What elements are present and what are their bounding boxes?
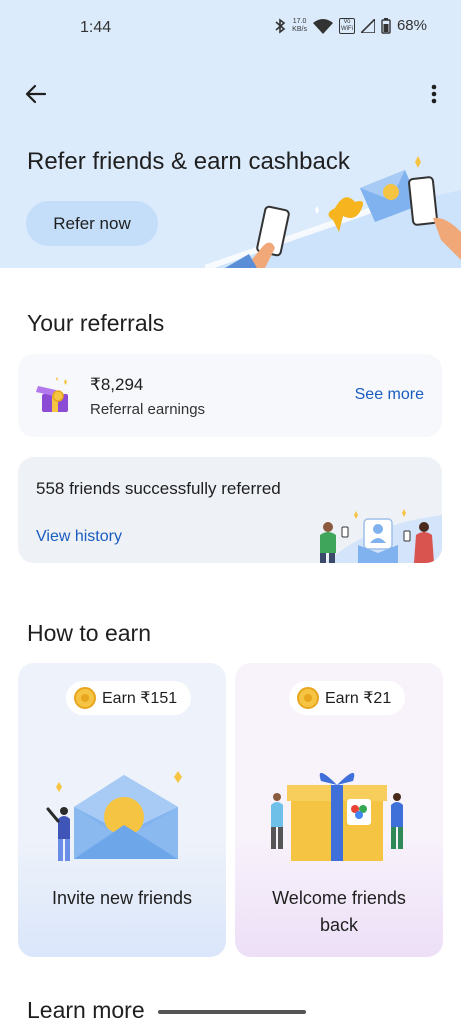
back-arrow-icon bbox=[25, 84, 47, 104]
signal-icon bbox=[360, 18, 375, 33]
status-bar: 1:44 17.0 KB/s Vo WiFi 68% bbox=[0, 0, 461, 58]
friends-referred-text: 558 friends successfully referred bbox=[36, 479, 281, 498]
more-options-button[interactable] bbox=[420, 80, 448, 108]
network-speed: 17.0 KB/s bbox=[292, 17, 307, 33]
hero-banner: 1:44 17.0 KB/s Vo WiFi 68% Refer friends… bbox=[0, 0, 461, 268]
how-to-earn-heading: How to earn bbox=[27, 620, 152, 646]
refer-now-button[interactable]: Refer now bbox=[26, 201, 158, 246]
earn-badge: Earn ₹151 bbox=[66, 681, 192, 715]
welcome-friends-back-card[interactable]: Earn ₹21 Welcome friends back bbox=[235, 663, 443, 957]
earn-badge: Earn ₹21 bbox=[289, 681, 406, 715]
friends-illustration bbox=[320, 509, 442, 563]
invite-new-friends-label: Invite new friends bbox=[51, 888, 193, 908]
coin-icon bbox=[74, 687, 96, 709]
earnings-amount: ₹8,294 bbox=[90, 375, 144, 394]
invite-new-friends-card[interactable]: Earn ₹151 Invite new friends bbox=[18, 663, 226, 957]
status-time: 1:44 bbox=[80, 19, 112, 36]
more-vert-icon bbox=[431, 84, 437, 104]
learn-more-heading: Learn more bbox=[27, 997, 145, 1023]
hero-illustration bbox=[205, 156, 461, 268]
referral-earnings-card[interactable]: ₹8,294 Referral earnings See more bbox=[18, 354, 442, 437]
wifi-icon bbox=[312, 18, 333, 34]
friends-referred-card: 558 friends successfully referred View h… bbox=[18, 457, 442, 563]
earn-badge-text: Earn ₹21 bbox=[325, 690, 392, 707]
gift-icon bbox=[36, 377, 68, 412]
envelope-illustration bbox=[46, 771, 182, 861]
home-indicator[interactable] bbox=[158, 1010, 306, 1014]
coin-icon bbox=[297, 687, 319, 709]
welcome-friends-back-label: Welcome friends back bbox=[272, 888, 406, 935]
vowifi-badge: Vo WiFi bbox=[338, 17, 355, 34]
status-icons: 17.0 KB/s Vo WiFi 68% bbox=[274, 17, 427, 34]
back-button[interactable] bbox=[22, 80, 50, 108]
battery-icon bbox=[381, 17, 391, 34]
view-history-link[interactable]: View history bbox=[36, 528, 122, 546]
your-referrals-heading: Your referrals bbox=[27, 310, 165, 336]
battery-percent: 68% bbox=[396, 17, 427, 34]
gift-box-illustration bbox=[271, 772, 403, 861]
earnings-label: Referral earnings bbox=[90, 401, 206, 418]
see-more-link[interactable]: See more bbox=[355, 386, 424, 404]
bluetooth-icon bbox=[274, 17, 286, 34]
earn-badge-text: Earn ₹151 bbox=[102, 690, 178, 707]
